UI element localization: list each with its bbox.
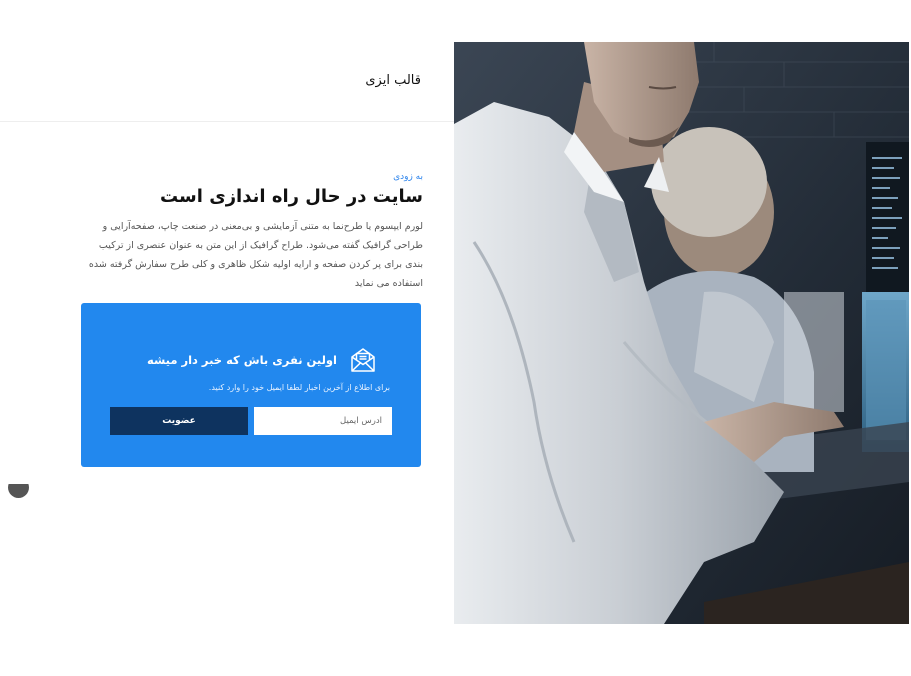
newsletter-title: اولین نفری باش که خبر دار میشه [146, 353, 337, 367]
newsletter-card: اولین نفری باش که خبر دار میشه برای اطلا… [81, 303, 421, 467]
newsletter-header: اولین نفری باش که خبر دار میشه [147, 346, 377, 374]
email-field[interactable] [254, 407, 392, 435]
office-workers-photo [454, 42, 909, 624]
hero-description: لورم ایپسوم یا طرح‌نما به متنی آزمایشی و… [88, 221, 423, 289]
site-logo[interactable]: قالب ایزی [365, 73, 421, 88]
scroll-indicator[interactable] [8, 484, 29, 498]
hero-content: به زودی سایت در حال راه اندازی است لورم … [78, 172, 423, 293]
subscribe-button[interactable]: عضویت [110, 407, 248, 435]
page-title: سایت در حال راه اندازی است [160, 186, 423, 207]
scroll-indicator-dot [8, 484, 29, 498]
mail-icon [351, 348, 375, 372]
hero-photo [454, 42, 909, 624]
hero-kicker: به زودی [393, 172, 423, 182]
coming-soon-page: قالب ایزی به زودی سایت در حال راه اندازی… [0, 0, 911, 676]
newsletter-subtitle: برای اطلاع از آخرین اخبار لطفا ایمیل خود… [208, 383, 390, 392]
header-divider [0, 121, 454, 122]
